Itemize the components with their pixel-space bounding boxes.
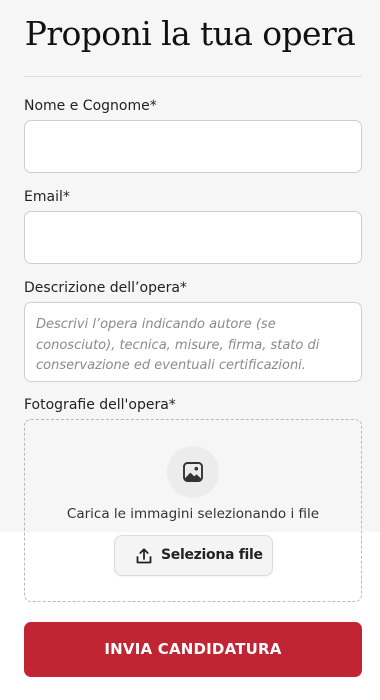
page-title: Proponi la tua opera — [24, 14, 356, 53]
upload-icon — [136, 548, 152, 564]
email-label: Email* — [24, 189, 70, 205]
select-files-button[interactable]: Seleziona file — [114, 535, 273, 576]
name-input[interactable] — [24, 120, 362, 173]
image-icon — [183, 462, 203, 482]
upload-instructions: Carica le immagini selezionando i file — [66, 506, 320, 522]
description-textarea[interactable]: Descrivi l’opera indicando autore (se co… — [24, 302, 362, 382]
submit-button-label: INVIA CANDIDATURA — [104, 640, 282, 658]
description-label: Descrizione dell’opera* — [24, 280, 187, 296]
image-icon-badge — [167, 446, 219, 498]
title-divider — [24, 76, 362, 77]
description-placeholder: Descrivi l’opera indicando autore (se co… — [36, 317, 320, 373]
email-input[interactable] — [24, 211, 362, 264]
select-files-label: Seleziona file — [161, 547, 263, 563]
name-label: Nome e Cognome* — [24, 98, 157, 114]
submit-button[interactable]: INVIA CANDIDATURA — [24, 622, 362, 677]
photos-label: Fotografie dell'opera* — [24, 397, 176, 413]
